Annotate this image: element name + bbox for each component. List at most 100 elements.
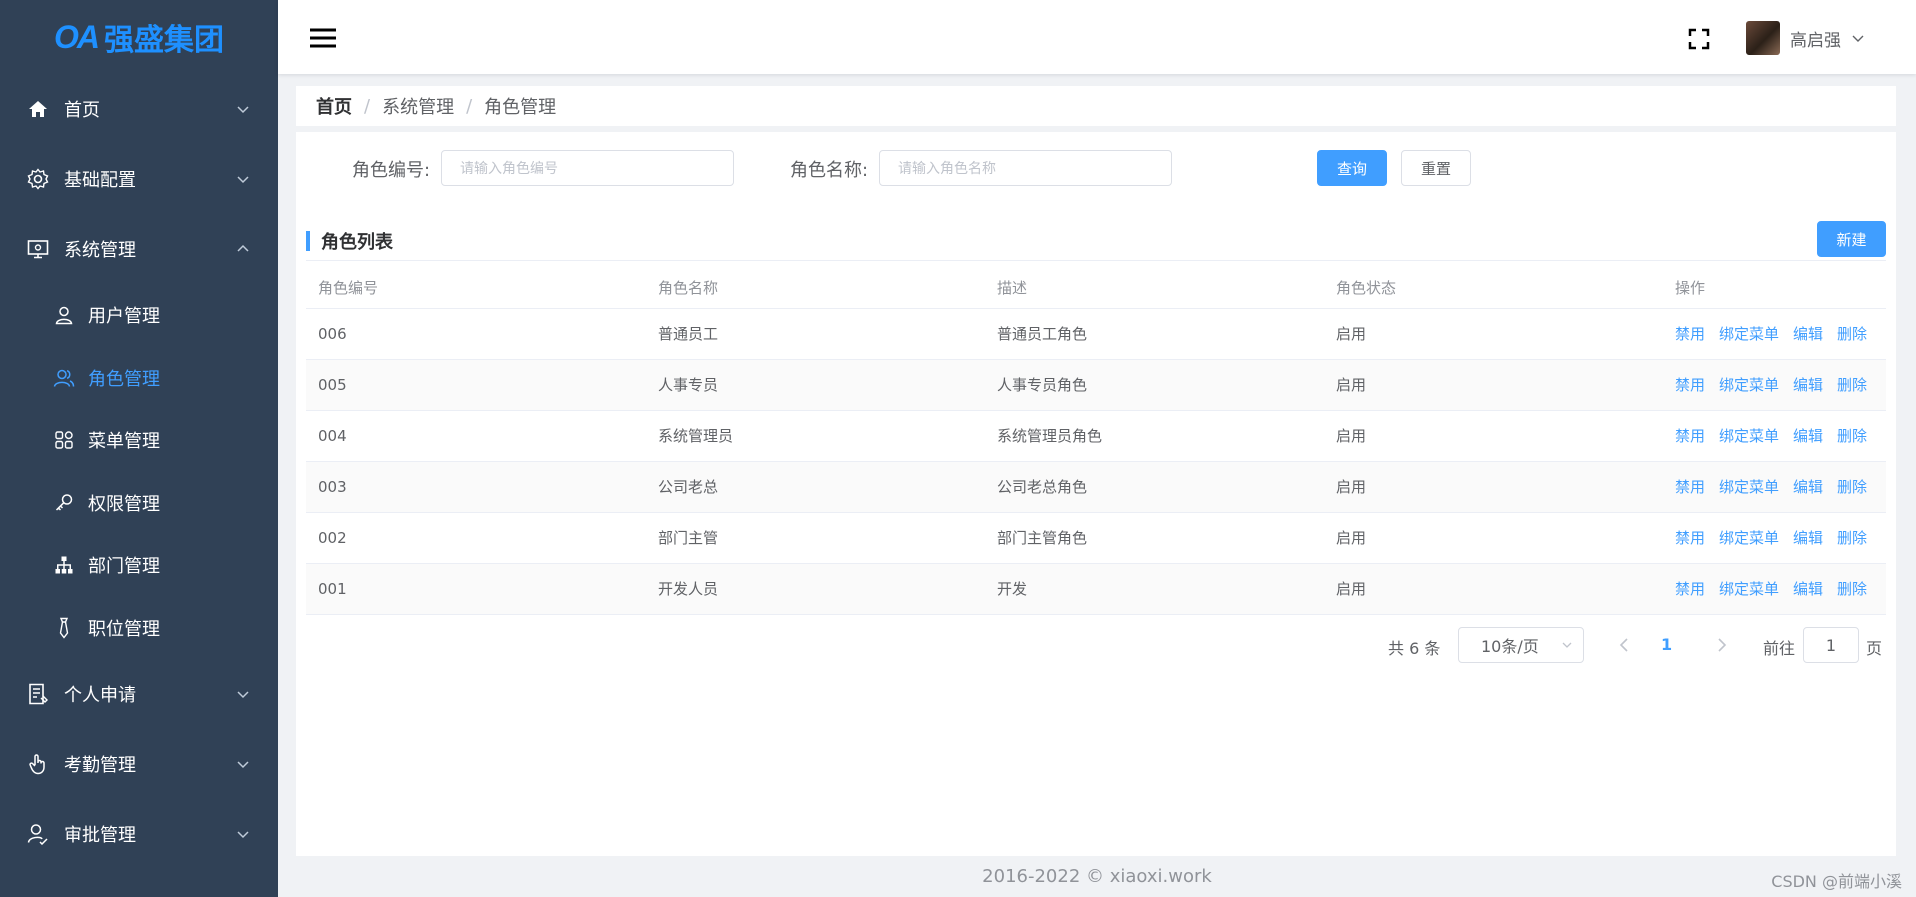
- role-code-cell: 004: [306, 410, 646, 462]
- table-row: 002 部门主管 部门主管角色 启用 禁用 绑定菜单 编辑 删除: [306, 512, 1886, 564]
- sidebar-item-label: 用户管理: [88, 306, 160, 328]
- list-title: 角色列表: [306, 230, 393, 253]
- column-header: 操作: [1663, 268, 1886, 309]
- role-desc-cell: 开发: [985, 563, 1324, 615]
- role-name-label: 角色名称:: [790, 160, 869, 181]
- sidebar-item-positions[interactable]: 职位管理: [0, 597, 278, 660]
- user-menu[interactable]: 高启强: [1746, 21, 1865, 55]
- sidebar-item-menus[interactable]: 菜单管理: [0, 409, 278, 472]
- next-page-icon[interactable]: [1714, 636, 1730, 654]
- document-icon: [26, 682, 50, 706]
- actions-cell: 禁用 绑定菜单 编辑 删除: [1663, 461, 1886, 513]
- disable-link[interactable]: 禁用: [1675, 580, 1705, 598]
- sidebar-item-permissions[interactable]: 权限管理: [0, 472, 278, 535]
- breadcrumb: 首页 / 系统管理 / 角色管理: [296, 86, 1896, 126]
- avatar: [1746, 21, 1780, 55]
- actions-cell: 禁用 绑定菜单 编辑 删除: [1663, 410, 1886, 462]
- fullscreen-icon[interactable]: [1688, 28, 1710, 50]
- hamburger-icon[interactable]: [308, 27, 338, 49]
- sidebar-item-users[interactable]: 用户管理: [0, 284, 278, 347]
- prev-page-icon[interactable]: [1616, 636, 1632, 654]
- breadcrumb-home[interactable]: 首页: [316, 93, 352, 119]
- tie-icon: [52, 616, 76, 640]
- column-header: 角色编号: [306, 268, 646, 309]
- disable-link[interactable]: 禁用: [1675, 325, 1705, 343]
- disable-link[interactable]: 禁用: [1675, 478, 1705, 496]
- role-status-cell: 启用: [1324, 563, 1663, 615]
- role-desc-cell: 公司老总角色: [985, 461, 1324, 513]
- page-number[interactable]: 1: [1661, 635, 1672, 654]
- role-code-cell: 001: [306, 563, 646, 615]
- sidebar-item-attendance[interactable]: 考勤管理: [0, 729, 278, 799]
- watermark: CSDN @前端小溪: [1771, 872, 1902, 891]
- main-panel: 角色编号: 请输入角色编号 角色名称: 请输入角色名称 查询 重置 角色列表 新…: [296, 132, 1896, 856]
- role-status-cell: 启用: [1324, 512, 1663, 564]
- bind-menu-link[interactable]: 绑定菜单: [1719, 580, 1779, 598]
- role-desc-cell: 普通员工角色: [985, 308, 1324, 360]
- delete-link[interactable]: 删除: [1837, 427, 1867, 445]
- sidebar-item-roles[interactable]: 角色管理: [0, 347, 278, 410]
- role-name-input[interactable]: 请输入角色名称: [879, 150, 1172, 186]
- delete-link[interactable]: 删除: [1837, 376, 1867, 394]
- actions-cell: 禁用 绑定菜单 编辑 删除: [1663, 308, 1886, 360]
- reset-button[interactable]: 重置: [1401, 150, 1471, 186]
- pagination-total: 共 6 条: [1388, 639, 1441, 658]
- role-name-cell: 开发人员: [646, 563, 985, 615]
- gear-icon: [26, 167, 50, 191]
- pagination: 共 6 条 10条/页 1 前往 1 页: [296, 627, 1896, 663]
- role-code-cell: 002: [306, 512, 646, 564]
- sidebar: OA 强盛集团 首页 基础配置 系统管理 用户管理 角色管理 菜单管理 权限管理…: [0, 0, 278, 897]
- delete-link[interactable]: 删除: [1837, 325, 1867, 343]
- edit-link[interactable]: 编辑: [1793, 376, 1823, 394]
- edit-link[interactable]: 编辑: [1793, 325, 1823, 343]
- sidebar-item-label: 角色管理: [88, 368, 160, 390]
- edit-link[interactable]: 编辑: [1793, 580, 1823, 598]
- disable-link[interactable]: 禁用: [1675, 529, 1705, 547]
- disable-link[interactable]: 禁用: [1675, 376, 1705, 394]
- breadcrumb-system: 系统管理: [382, 97, 455, 118]
- page-size-select[interactable]: 10条/页: [1458, 627, 1584, 663]
- sidebar-item-departments[interactable]: 部门管理: [0, 534, 278, 597]
- goto-page-input[interactable]: 1: [1803, 627, 1859, 663]
- column-header: 描述: [985, 268, 1324, 309]
- sidebar-item-home[interactable]: 首页: [0, 74, 278, 144]
- role-code-cell: 003: [306, 461, 646, 513]
- goto-label: 前往: [1763, 639, 1796, 658]
- sidebar-item-system[interactable]: 系统管理: [0, 214, 278, 284]
- bind-menu-link[interactable]: 绑定菜单: [1719, 529, 1779, 547]
- search-button[interactable]: 查询: [1317, 150, 1387, 186]
- bind-menu-link[interactable]: 绑定菜单: [1719, 427, 1779, 445]
- role-name-cell: 部门主管: [646, 512, 985, 564]
- role-code-input[interactable]: 请输入角色编号: [441, 150, 734, 186]
- chevron-up-icon: [237, 244, 249, 252]
- grid-icon: [52, 428, 76, 452]
- sidebar-item-approval[interactable]: 审批管理: [0, 799, 278, 869]
- role-name-cell: 公司老总: [646, 461, 985, 513]
- column-header: 角色名称: [646, 268, 985, 309]
- top-header: 高启强: [278, 0, 1916, 74]
- logo-name: 强盛集团: [104, 23, 224, 58]
- user-check-icon: [26, 822, 50, 846]
- delete-link[interactable]: 删除: [1837, 580, 1867, 598]
- delete-link[interactable]: 删除: [1837, 478, 1867, 496]
- disable-link[interactable]: 禁用: [1675, 427, 1705, 445]
- role-name-cell: 人事专员: [646, 359, 985, 411]
- logo[interactable]: OA 强盛集团: [0, 0, 278, 74]
- breadcrumb-current: 角色管理: [484, 97, 557, 118]
- bind-menu-link[interactable]: 绑定菜单: [1719, 376, 1779, 394]
- table-row: 004 系统管理员 系统管理员角色 启用 禁用 绑定菜单 编辑 删除: [306, 410, 1886, 462]
- sidebar-item-label: 考勤管理: [64, 755, 136, 776]
- edit-link[interactable]: 编辑: [1793, 478, 1823, 496]
- role-status-cell: 启用: [1324, 308, 1663, 360]
- sidebar-item-label: 个人申请: [64, 685, 136, 706]
- bind-menu-link[interactable]: 绑定菜单: [1719, 325, 1779, 343]
- edit-link[interactable]: 编辑: [1793, 427, 1823, 445]
- sidebar-item-basic-config[interactable]: 基础配置: [0, 144, 278, 214]
- new-role-button[interactable]: 新建: [1817, 221, 1886, 257]
- edit-link[interactable]: 编辑: [1793, 529, 1823, 547]
- logo-oa: OA: [54, 18, 100, 55]
- delete-link[interactable]: 删除: [1837, 529, 1867, 547]
- divider: [306, 260, 1886, 261]
- bind-menu-link[interactable]: 绑定菜单: [1719, 478, 1779, 496]
- sidebar-item-personal-apply[interactable]: 个人申请: [0, 659, 278, 729]
